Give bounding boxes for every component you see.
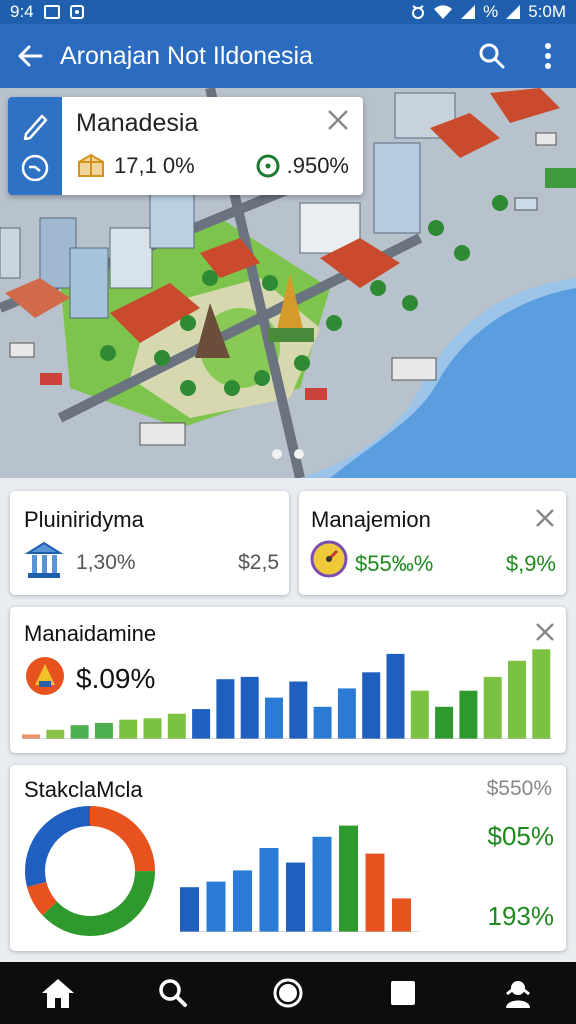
circle-icon [273, 978, 303, 1008]
bar-chart-card[interactable]: Manaidamine $.09% [10, 607, 566, 753]
stat-card-1-amount: $2,5 [238, 551, 279, 574]
home-icon [41, 979, 74, 1008]
bar-2 [233, 870, 252, 932]
bar-chart-card-title: Manaidamine [24, 621, 157, 646]
close-icon[interactable] [534, 507, 556, 529]
donut-card-value-2: 193% [487, 901, 555, 931]
bottom-navigation [0, 962, 576, 1024]
bar-1 [46, 729, 65, 739]
bar-21 [532, 649, 551, 739]
bar-8 [216, 679, 235, 739]
box-icon [78, 153, 104, 177]
app-title: Aronajan Not Ildonesia [60, 41, 313, 70]
bar-6 [339, 825, 358, 932]
alarm-icon [412, 5, 425, 19]
status-time-left: 9:4 [10, 2, 34, 21]
nav-square-button[interactable] [368, 962, 438, 1024]
bar-0 [22, 734, 40, 739]
stat-card-2-value: $55‰% [355, 551, 434, 576]
stat-card-2[interactable]: Manajemion $55‰% $,9% [299, 491, 566, 595]
mini-bar-chart [180, 825, 420, 932]
donut-chart [25, 806, 155, 936]
stat-card-1-title: Pluiniridyma [24, 507, 144, 532]
bar-0 [180, 887, 199, 932]
donut-chart-card-title: StakclaMcla [24, 777, 143, 802]
signal-icon [461, 5, 476, 19]
search-button[interactable] [464, 24, 520, 88]
bar-chart [22, 649, 552, 739]
more-vertical-icon [545, 43, 551, 69]
bar-1 [206, 881, 226, 932]
stat-card-1-value: 1,30% [76, 551, 136, 574]
arrow-left-icon [18, 45, 43, 67]
bar-7 [192, 709, 211, 739]
more-options-button[interactable] [520, 24, 576, 88]
bar-19 [483, 676, 502, 739]
bar-12 [313, 706, 332, 739]
gauge-icon [256, 154, 280, 178]
battery-text: % [483, 2, 499, 21]
bar-9 [240, 676, 259, 739]
info-card-rail [8, 97, 62, 195]
nav-profile-button[interactable] [483, 962, 553, 1024]
bar-14 [362, 672, 381, 739]
donut-card-top-value: $550% [486, 777, 552, 800]
bar-6 [167, 713, 186, 739]
bar-2 [70, 725, 89, 739]
donut-card-value-1: $05% [487, 821, 555, 851]
app-bar: Aronajan Not Ildonesia [0, 24, 576, 88]
bar-15 [386, 653, 405, 739]
camera-icon [69, 5, 84, 19]
info-card-stat-2: .950% [286, 153, 349, 178]
pencil-icon[interactable] [20, 110, 50, 140]
battery-icon [506, 5, 521, 19]
nav-circle-button[interactable] [253, 962, 323, 1024]
close-icon[interactable] [325, 107, 351, 133]
carousel-indicator [0, 449, 576, 459]
bar-13 [337, 688, 356, 739]
status-bar: 9:4 % 5:0M [0, 0, 576, 24]
bank-icon [24, 541, 64, 578]
bar-8 [392, 898, 411, 932]
info-card-stat-1: 17,1 0% [114, 153, 195, 178]
nav-home-button[interactable] [23, 962, 93, 1024]
bar-7 [365, 853, 385, 932]
bar-4 [119, 719, 138, 739]
search-icon [479, 43, 505, 69]
bar-10 [265, 697, 283, 739]
clock-icon[interactable] [20, 153, 50, 183]
carousel-dot[interactable] [272, 449, 282, 459]
square-icon [391, 981, 416, 1005]
wifi-icon [434, 5, 453, 19]
info-card[interactable]: Manadesia 17,1 0% .950% [8, 97, 363, 195]
dial-icon [310, 540, 348, 578]
bar-4 [286, 862, 305, 932]
bar-17 [435, 706, 454, 739]
status-time-right: 5:0M [528, 2, 566, 21]
bar-11 [289, 681, 308, 739]
notification-icon [43, 5, 60, 19]
bar-3 [94, 722, 113, 739]
bar-3 [259, 848, 279, 932]
nav-search-button[interactable] [138, 962, 208, 1024]
search-icon [159, 979, 187, 1007]
donut-chart-card[interactable]: StakclaMcla $550% $05% 193% [10, 765, 566, 951]
person-icon [506, 981, 531, 1008]
bar-5 [143, 718, 162, 739]
info-card-title: Manadesia [76, 109, 199, 137]
bar-20 [508, 660, 526, 739]
back-button[interactable] [0, 24, 60, 88]
stat-card-2-amount: $,9% [505, 551, 556, 576]
bar-18 [459, 690, 478, 739]
stat-card-1[interactable]: Pluiniridyma 1,30% $2,5 [10, 491, 289, 595]
close-icon[interactable] [534, 621, 556, 643]
bar-5 [312, 836, 332, 932]
stat-card-2-title: Manajemion [311, 507, 431, 532]
carousel-dot[interactable] [294, 449, 304, 459]
bar-16 [410, 690, 429, 739]
